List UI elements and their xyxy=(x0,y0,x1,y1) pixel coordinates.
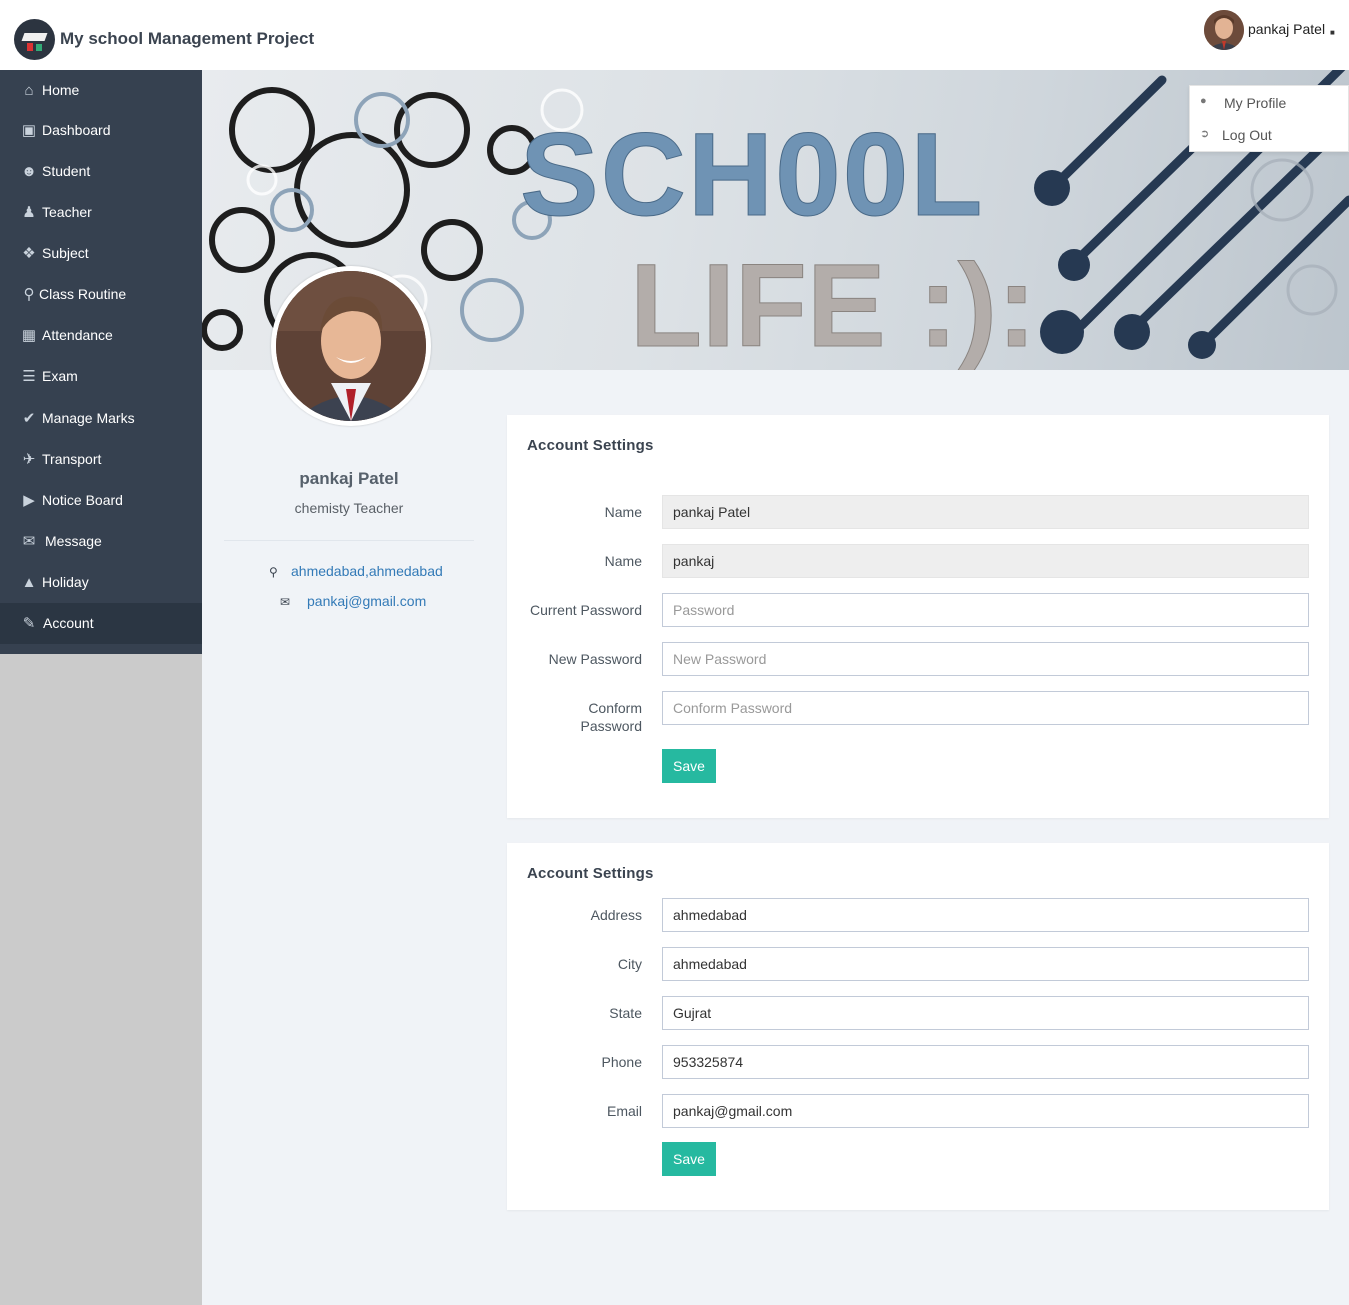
sidebar-item-label: Student xyxy=(42,163,91,179)
username-label: Name xyxy=(604,553,642,569)
map-pin-icon: ⚲ xyxy=(23,286,35,303)
user-name[interactable]: pankaj Patel xyxy=(1248,21,1325,37)
sidebar-item-label: Exam xyxy=(42,368,78,384)
sidebar-item-attendance[interactable]: ▦ Attendance xyxy=(0,315,202,356)
name-label: Name xyxy=(604,504,642,520)
current-password-field[interactable] xyxy=(662,593,1309,627)
sidebar-item-teacher[interactable]: ♟ Teacher xyxy=(0,192,202,233)
teacher-icon: ♟ xyxy=(22,204,36,221)
sidebar-item-label: Transport xyxy=(42,451,102,467)
sidebar-item-label: Holiday xyxy=(42,574,89,590)
check-circle-icon: ✔ xyxy=(22,410,36,427)
sign-out-icon: ➲ xyxy=(1200,128,1210,140)
card-title: Account Settings xyxy=(527,865,654,882)
sidebar-item-label: Attendance xyxy=(42,327,113,343)
confirm-password-field[interactable] xyxy=(662,691,1309,725)
sidebar-item-manage-marks[interactable]: ✔ Manage Marks xyxy=(0,398,202,439)
profile-name: pankaj Patel xyxy=(299,469,399,488)
sidebar-item-label: Class Routine xyxy=(39,286,127,302)
sidebar-item-label: Account xyxy=(43,615,94,631)
megaphone-icon: ▶ xyxy=(23,492,35,509)
save-password-button[interactable]: Save xyxy=(662,749,716,783)
account-settings-card: Account Settings Name Name Current Passw… xyxy=(507,415,1329,818)
envelope-icon: ✉ xyxy=(22,533,36,550)
sidebar-item-home[interactable]: ⌂ Home xyxy=(0,70,202,111)
username-field[interactable] xyxy=(662,544,1309,578)
confirm-password-label: Conform Password xyxy=(580,700,642,734)
save-contact-button[interactable]: Save xyxy=(662,1142,716,1176)
profile-location-link[interactable]: ahmedabad,ahmedabad xyxy=(291,563,443,579)
svg-text:LIFE :):: LIFE :): xyxy=(630,240,1036,370)
card-title: Account Settings xyxy=(527,437,654,454)
sidebar-item-label: Teacher xyxy=(42,204,92,220)
sidebar-item-label: Message xyxy=(45,533,102,549)
holiday-icon: ▲ xyxy=(21,574,37,591)
sidebar-item-student[interactable]: ☻ Student xyxy=(0,151,202,192)
sidebar-item-account[interactable]: ✎ Account xyxy=(0,603,202,644)
current-password-label: Current Password xyxy=(529,602,642,618)
address-field[interactable] xyxy=(662,898,1309,932)
menu-item-label: Log Out xyxy=(1222,127,1272,143)
sidebar-item-label: Home xyxy=(42,82,80,98)
city-label: City xyxy=(617,956,642,972)
attendance-icon: ▦ xyxy=(21,327,37,344)
email-field[interactable] xyxy=(662,1094,1309,1128)
user-icon: ● xyxy=(1200,95,1207,107)
sidebar-item-class-routine[interactable]: ⚲ Class Routine xyxy=(0,274,202,315)
state-field[interactable] xyxy=(662,996,1309,1030)
state-label: State xyxy=(609,1005,642,1021)
home-icon: ⌂ xyxy=(24,82,34,99)
sidebar-item-dashboard[interactable]: ▣ Dashboard xyxy=(0,110,202,151)
sidebar-item-label: Notice Board xyxy=(42,492,123,508)
list-icon: ☰ xyxy=(22,368,36,385)
sidebar-item-message[interactable]: ✉ Message xyxy=(0,521,202,562)
sidebar-item-label: Subject xyxy=(42,245,89,261)
sidebar-item-subject[interactable]: ❖ Subject xyxy=(0,233,202,274)
full-name-field[interactable] xyxy=(662,495,1309,529)
phone-label: Phone xyxy=(601,1054,642,1070)
sidebar-item-label: Manage Marks xyxy=(42,410,135,426)
svg-text:SCH00L: SCH00L xyxy=(520,109,984,241)
envelope-icon: ✉ xyxy=(280,595,291,609)
address-label: Address xyxy=(590,907,642,923)
plane-icon: ✈ xyxy=(22,451,36,468)
subject-icon: ❖ xyxy=(22,245,36,262)
sidebar-item-exam[interactable]: ☰ Exam xyxy=(0,356,202,397)
caret-down-icon[interactable]: ■ xyxy=(1330,28,1335,37)
menu-item-log-out[interactable]: ➲ Log Out xyxy=(1190,119,1348,149)
phone-field[interactable] xyxy=(662,1045,1309,1079)
new-password-label: New Password xyxy=(548,651,642,667)
sidebar-item-transport[interactable]: ✈ Transport xyxy=(0,439,202,480)
pencil-icon: ✎ xyxy=(22,615,36,632)
dashboard-icon: ▣ xyxy=(21,122,37,139)
email-label: Email xyxy=(606,1103,642,1119)
sidebar-filler xyxy=(0,654,202,1305)
menu-item-my-profile[interactable]: ● My Profile xyxy=(1190,87,1348,117)
brand-title[interactable]: My school Management Project xyxy=(60,29,314,49)
contact-settings-card: Account Settings Address City State Phon… xyxy=(507,843,1329,1210)
student-icon: ☻ xyxy=(21,163,37,180)
school-logo[interactable] xyxy=(14,19,55,60)
user-avatar[interactable] xyxy=(1204,10,1244,50)
new-password-field[interactable] xyxy=(662,642,1309,676)
sidebar-item-holiday[interactable]: ▲ Holiday xyxy=(0,562,202,603)
user-dropdown-menu: ● My Profile ➲ Log Out xyxy=(1189,85,1349,152)
profile-photo xyxy=(271,266,431,426)
top-bar: My school Management Project pankaj Pate… xyxy=(0,0,1349,70)
profile-email-link[interactable]: pankaj@gmail.com xyxy=(307,593,426,609)
menu-item-label: My Profile xyxy=(1224,95,1287,111)
city-field[interactable] xyxy=(662,947,1309,981)
map-marker-icon: ⚲ xyxy=(269,565,278,579)
sidebar-item-notice-board[interactable]: ▶ Notice Board xyxy=(0,480,202,521)
sidebar-item-label: Dashboard xyxy=(42,122,111,138)
profile-role: chemisty Teacher xyxy=(294,500,404,516)
divider xyxy=(224,540,474,541)
